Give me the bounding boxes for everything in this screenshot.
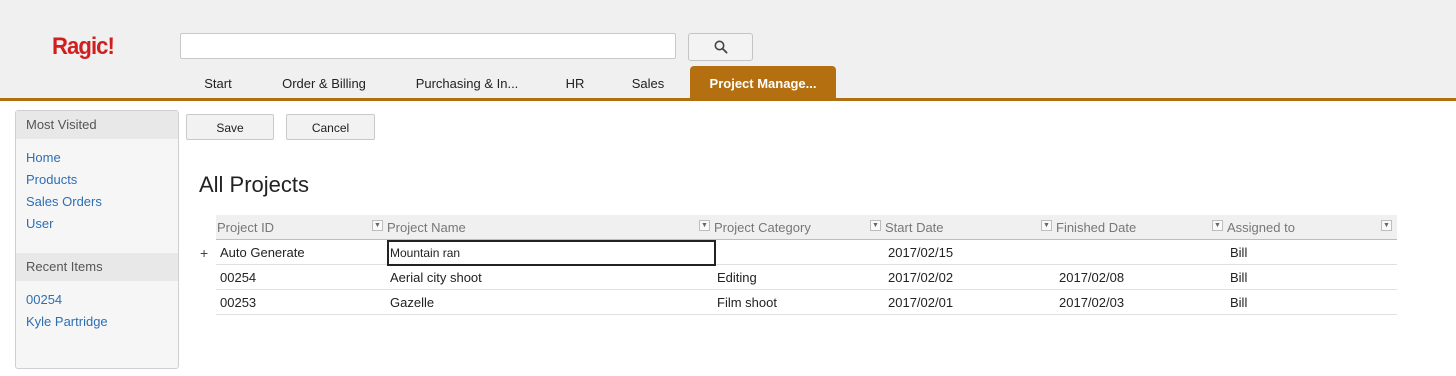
top-bar: Ragic! Start Order & Billing Purchasing … [0, 0, 1456, 101]
cell-project-id[interactable]: Auto Generate [220, 240, 305, 264]
search-input[interactable] [180, 33, 676, 59]
column-menu-icon[interactable]: ▼ [870, 220, 881, 231]
sidebar-link-sales-orders[interactable]: Sales Orders [16, 191, 178, 213]
tab-hr[interactable]: HR [550, 66, 600, 98]
search-icon [714, 40, 728, 54]
sidebar-link-home[interactable]: Home [16, 147, 178, 169]
cell-finished-date[interactable]: 2017/02/08 [1059, 265, 1124, 289]
page-title: All Projects [199, 172, 310, 197]
table-header: Project ID ▼ Project Name ▼ Project Cate… [216, 215, 1397, 240]
column-menu-icon[interactable]: ▼ [372, 220, 383, 231]
cell-start-date[interactable]: 2017/02/15 [888, 240, 953, 264]
cell-project-id[interactable]: 00254 [220, 265, 256, 289]
recent-items-header: Recent Items [16, 253, 178, 281]
sidebar-link-products[interactable]: Products [16, 169, 178, 191]
column-menu-icon[interactable]: ▼ [1041, 220, 1052, 231]
cell-start-date[interactable]: 2017/02/01 [888, 290, 953, 314]
app-logo[interactable]: Ragic! [52, 33, 115, 61]
cell-project-name[interactable]: Aerial city shoot [390, 265, 482, 289]
table-row-new: Auto Generate Mountain ran 2017/02/15 Bi… [216, 240, 1397, 266]
most-visited-header: Most Visited [16, 111, 178, 139]
cell-start-date[interactable]: 2017/02/02 [888, 265, 953, 289]
recent-item-kyle-partridge[interactable]: Kyle Partridge [16, 311, 178, 333]
cell-project-id[interactable]: 00253 [220, 290, 256, 314]
column-menu-icon[interactable]: ▼ [1381, 220, 1392, 231]
tab-purchasing-inventory[interactable]: Purchasing & In... [402, 66, 532, 98]
search-button[interactable] [688, 33, 753, 61]
tab-order-billing[interactable]: Order & Billing [268, 66, 380, 98]
column-header-start-date[interactable]: Start Date [885, 215, 944, 239]
cell-project-category[interactable]: Film shoot [717, 290, 777, 314]
column-header-project-category[interactable]: Project Category [714, 215, 811, 239]
sidebar-link-user[interactable]: User [16, 213, 178, 235]
cell-project-category[interactable]: Editing [717, 265, 757, 289]
tab-sales[interactable]: Sales [620, 66, 676, 98]
tab-start[interactable]: Start [190, 66, 246, 98]
cell-project-name[interactable]: Gazelle [390, 290, 434, 314]
sidebar: Most Visited Home Products Sales Orders … [15, 110, 179, 369]
column-menu-icon[interactable]: ▼ [1212, 220, 1223, 231]
cell-assigned-to[interactable]: Bill [1230, 290, 1247, 314]
column-menu-icon[interactable]: ▼ [699, 220, 710, 231]
project-name-input[interactable]: Mountain ran [387, 240, 716, 266]
recent-item-00254[interactable]: 00254 [16, 289, 178, 311]
tab-project-management[interactable]: Project Manage... [690, 66, 836, 98]
column-header-finished-date[interactable]: Finished Date [1056, 215, 1136, 239]
cell-assigned-to[interactable]: Bill [1230, 265, 1247, 289]
cell-finished-date[interactable]: 2017/02/03 [1059, 290, 1124, 314]
column-header-project-id[interactable]: Project ID [217, 215, 274, 239]
cancel-button[interactable]: Cancel [286, 114, 375, 140]
add-row-icon[interactable]: + [200, 245, 208, 261]
column-header-assigned-to[interactable]: Assigned to [1227, 215, 1295, 239]
table-row[interactable]: 00254 Aerial city shoot Editing 2017/02/… [216, 265, 1397, 290]
table-row[interactable]: 00253 Gazelle Film shoot 2017/02/01 2017… [216, 290, 1397, 315]
cell-assigned-to[interactable]: Bill [1230, 240, 1247, 264]
column-header-project-name[interactable]: Project Name [387, 215, 466, 239]
save-button[interactable]: Save [186, 114, 274, 140]
